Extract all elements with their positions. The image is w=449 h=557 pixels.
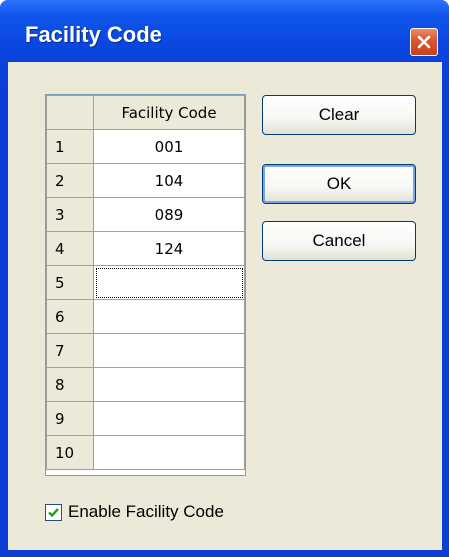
enable-facility-code-checkbox[interactable] xyxy=(45,503,62,521)
facility-code-dialog: Facility Code Facility Code 1 001 2 104 3 089… xyxy=(0,0,449,557)
grid-row: 7 xyxy=(46,333,245,368)
grid-row: 8 xyxy=(46,367,245,402)
grid-header-row: Facility Code xyxy=(46,95,245,130)
facility-code-cell[interactable]: 001 xyxy=(93,129,245,164)
facility-code-cell[interactable] xyxy=(93,333,245,368)
grid-row: 6 xyxy=(46,299,245,334)
facility-code-cell[interactable]: 104 xyxy=(93,163,245,198)
facility-code-cell[interactable] xyxy=(93,401,245,436)
row-number-cell[interactable]: 3 xyxy=(46,197,94,232)
checkmark-icon xyxy=(48,507,59,517)
ok-button[interactable]: OK xyxy=(262,164,416,204)
grid-row: 3 089 xyxy=(46,197,245,232)
clear-button[interactable]: Clear xyxy=(262,95,416,135)
grid-row: 2 104 xyxy=(46,163,245,198)
row-number-cell[interactable]: 5 xyxy=(46,265,94,300)
grid-row: 1 001 xyxy=(46,129,245,164)
enable-facility-code-label: Enable Facility Code xyxy=(68,502,224,521)
facility-code-cell[interactable] xyxy=(93,265,245,300)
row-number-cell[interactable]: 10 xyxy=(46,435,94,470)
column-header-facility-code[interactable]: Facility Code xyxy=(93,95,245,130)
facility-code-cell[interactable] xyxy=(93,435,245,470)
row-number-cell[interactable]: 8 xyxy=(46,367,94,402)
close-button[interactable] xyxy=(410,28,438,56)
grid-row: 10 xyxy=(46,435,245,470)
row-number-cell[interactable]: 6 xyxy=(46,299,94,334)
facility-code-cell[interactable]: 124 xyxy=(93,231,245,266)
facility-code-cell[interactable]: 089 xyxy=(93,197,245,232)
facility-code-table: Facility Code 1 001 2 104 3 089 4 124 5 6 7 8 9 10 xyxy=(46,95,245,470)
cancel-button[interactable]: Cancel xyxy=(262,221,416,261)
enable-facility-code-option[interactable]: Enable Facility Code xyxy=(45,500,224,524)
facility-code-cell[interactable] xyxy=(93,367,245,402)
grid-row: 5 xyxy=(46,265,245,300)
grid-corner-cell xyxy=(46,95,94,130)
grid-row: 9 xyxy=(46,401,245,436)
close-icon xyxy=(417,35,431,49)
row-number-cell[interactable]: 4 xyxy=(46,231,94,266)
facility-code-cell[interactable] xyxy=(93,299,245,334)
row-number-cell[interactable]: 7 xyxy=(46,333,94,368)
facility-code-grid: Facility Code 1 001 2 104 3 089 4 124 5 6 7 8 9 10 xyxy=(45,94,246,476)
row-number-cell[interactable]: 2 xyxy=(46,163,94,198)
row-number-cell[interactable]: 1 xyxy=(46,129,94,164)
row-number-cell[interactable]: 9 xyxy=(46,401,94,436)
grid-row: 4 124 xyxy=(46,231,245,266)
window-title: Facility Code xyxy=(25,22,162,47)
